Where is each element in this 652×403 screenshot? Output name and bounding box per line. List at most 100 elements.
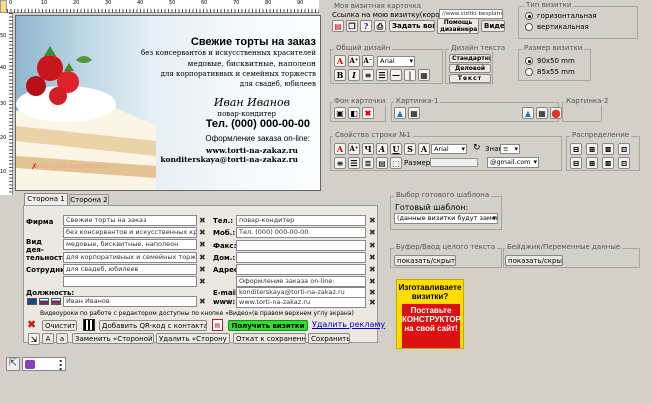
- flag-ru-icon[interactable]: [39, 298, 49, 305]
- badge-toggle-button[interactable]: показать/скрыть: [505, 255, 563, 266]
- font-size-up-icon[interactable]: A⁺: [348, 55, 360, 67]
- dist-1-icon[interactable]: ⊟: [570, 143, 582, 155]
- line-font-select[interactable]: Arial: [431, 144, 467, 154]
- flag-de-icon[interactable]: [51, 298, 61, 305]
- add-qr-button[interactable]: Добавить QR-код с контактами: [99, 320, 207, 331]
- activity-line-1-input[interactable]: медовые, бисквитные, наполеон: [63, 239, 197, 250]
- www-input[interactable]: www.torti-na-zakaz.ru: [236, 297, 366, 308]
- general-font-select[interactable]: Arial: [377, 56, 415, 67]
- dist-3-icon[interactable]: ⊠: [602, 143, 614, 155]
- clear-line-3-icon[interactable]: ✖: [199, 241, 206, 249]
- dist-6-icon[interactable]: ⊞: [586, 157, 598, 169]
- replace-side-button[interactable]: Заменить «Стороной 2»: [72, 333, 154, 344]
- image1-gallery-icon[interactable]: ▦: [408, 107, 420, 119]
- address-line-2-input[interactable]: Оформление заказа on-line:: [236, 276, 366, 287]
- clear-mobile-icon[interactable]: ✖: [369, 229, 376, 237]
- get-cards-button[interactable]: Получить визитки: [228, 320, 308, 331]
- line-align-left-icon[interactable]: ≡: [334, 157, 346, 169]
- zoom-widget[interactable]: ▪ ▪ ▪: [22, 357, 66, 371]
- clear-red-x-icon[interactable]: ✖: [27, 319, 36, 330]
- bg-delete-icon[interactable]: ✖: [362, 107, 374, 119]
- resize-arrow-icon[interactable]: ⇱: [6, 357, 20, 371]
- activity-line-2-input[interactable]: для корпоративных и семейных торжеств: [63, 252, 197, 263]
- bold-icon[interactable]: B: [334, 69, 346, 81]
- flag-uk-icon[interactable]: [27, 298, 37, 305]
- font-big-a-button[interactable]: A: [42, 333, 54, 344]
- pdf-export-icon[interactable]: ▤: [332, 20, 344, 32]
- clear-line-7-icon[interactable]: ✖: [199, 298, 206, 306]
- line-italic-icon[interactable]: A: [376, 143, 388, 155]
- buffer-toggle-button[interactable]: показать/скрыть: [394, 255, 456, 266]
- rotate-icon[interactable]: ↻: [473, 143, 481, 153]
- italic-icon[interactable]: I: [348, 69, 360, 81]
- video-button[interactable]: Видео: [481, 20, 505, 32]
- designer-help-button[interactable]: Помощь дизайнера: [437, 18, 479, 34]
- clear-line-4-icon[interactable]: ✖: [199, 254, 206, 262]
- line-underline-icon[interactable]: U: [390, 143, 402, 155]
- name-input[interactable]: Иван Иванов: [63, 296, 197, 307]
- clear-line-2-icon[interactable]: ✖: [199, 229, 206, 237]
- address-input[interactable]: [236, 264, 366, 275]
- help-icon[interactable]: ?: [360, 20, 372, 32]
- image1-upload-icon[interactable]: ▲: [394, 107, 406, 119]
- rollback-button[interactable]: Откат к сохраненной: [233, 333, 306, 344]
- clear-button[interactable]: Очистить: [42, 320, 77, 331]
- dist-7-icon[interactable]: ⊠: [602, 157, 614, 169]
- tab-side-2[interactable]: Сторона 2: [69, 194, 109, 205]
- bg-image-icon[interactable]: ▣: [334, 107, 346, 119]
- delete-side-button[interactable]: Удалить «Сторону 2»: [156, 333, 230, 344]
- email-domain-select[interactable]: @gmail.com: [487, 157, 539, 168]
- tab-side-1[interactable]: Сторона 1: [24, 193, 68, 205]
- bg-color-icon[interactable]: ◧: [348, 107, 360, 119]
- sign-select[interactable]: ≡: [500, 144, 520, 154]
- clear-www-icon[interactable]: ✖: [369, 299, 376, 307]
- firm-line-1-input[interactable]: Свежие торты на заказ: [63, 215, 197, 226]
- font-small-a-button[interactable]: a: [56, 333, 68, 344]
- image2-upload-icon[interactable]: ▲: [522, 107, 534, 119]
- clear-line-5-icon[interactable]: ✖: [199, 266, 206, 274]
- clear-fax-icon[interactable]: ✖: [369, 242, 376, 250]
- clear-address-icon[interactable]: ✖: [369, 266, 376, 274]
- table-icon[interactable]: ▦: [418, 69, 430, 81]
- font-smaller-button[interactable]: ⇲: [28, 333, 40, 345]
- line-justify-icon[interactable]: ▤: [376, 157, 388, 169]
- dist-8-icon[interactable]: ⊡: [618, 157, 630, 169]
- line-bold-icon[interactable]: Ч: [362, 143, 374, 155]
- radio-horizontal[interactable]: [525, 12, 533, 20]
- line-move-icon[interactable]: ⬚: [390, 157, 402, 169]
- radio-85x55[interactable]: [525, 68, 533, 76]
- phone-input[interactable]: повар-кондитер: [236, 215, 366, 226]
- clear-line-6-icon[interactable]: ✖: [199, 278, 206, 286]
- fax-input[interactable]: [236, 240, 366, 251]
- dist-5-icon[interactable]: ⊟: [570, 157, 582, 169]
- image2-gallery-icon[interactable]: ▦: [536, 107, 548, 119]
- size-slider[interactable]: [430, 158, 478, 167]
- line-font-color-icon[interactable]: A: [334, 143, 346, 155]
- radio-90x50[interactable]: [525, 57, 533, 65]
- employee-line-2-input[interactable]: [63, 276, 197, 287]
- line-shadow-icon[interactable]: A: [418, 143, 430, 155]
- clear-home-icon[interactable]: ✖: [369, 254, 376, 262]
- ask-question-button[interactable]: Задать вопрос: [389, 20, 435, 32]
- business-style-button[interactable]: Деловой: [449, 64, 491, 73]
- clear-email-icon[interactable]: ✖: [369, 289, 376, 297]
- line-align-center-icon[interactable]: ☰: [348, 157, 360, 169]
- line-align-right-icon[interactable]: ≣: [362, 157, 374, 169]
- print-icon[interactable]: ⎙: [374, 20, 386, 32]
- card-preview[interactable]: Свежие торты на заказ без консервантов и…: [15, 15, 321, 191]
- align-center-icon[interactable]: ☰: [376, 69, 388, 81]
- qr-icon[interactable]: [83, 319, 95, 331]
- line-size-up-icon[interactable]: A⁺: [348, 143, 360, 155]
- dist-2-icon[interactable]: ⊞: [586, 143, 598, 155]
- copy-icon[interactable]: ❐: [346, 20, 358, 32]
- align-icon[interactable]: ≡: [362, 69, 374, 81]
- font-size-down-icon[interactable]: A⁻: [362, 55, 374, 67]
- line-icon[interactable]: —: [390, 69, 402, 81]
- employee-line-1-input[interactable]: для свадеб, юбилеев: [63, 264, 197, 275]
- save-button[interactable]: Сохранить: [308, 333, 350, 344]
- standard-style-button[interactable]: Стандартный: [449, 54, 491, 63]
- clear-address-2-icon[interactable]: ✖: [369, 278, 376, 286]
- mobile-input[interactable]: Тел. (000) 000-00-00: [236, 227, 366, 238]
- clear-phone-icon[interactable]: ✖: [369, 217, 376, 225]
- template-select[interactable]: (данные визитки будут замещены): [394, 213, 498, 224]
